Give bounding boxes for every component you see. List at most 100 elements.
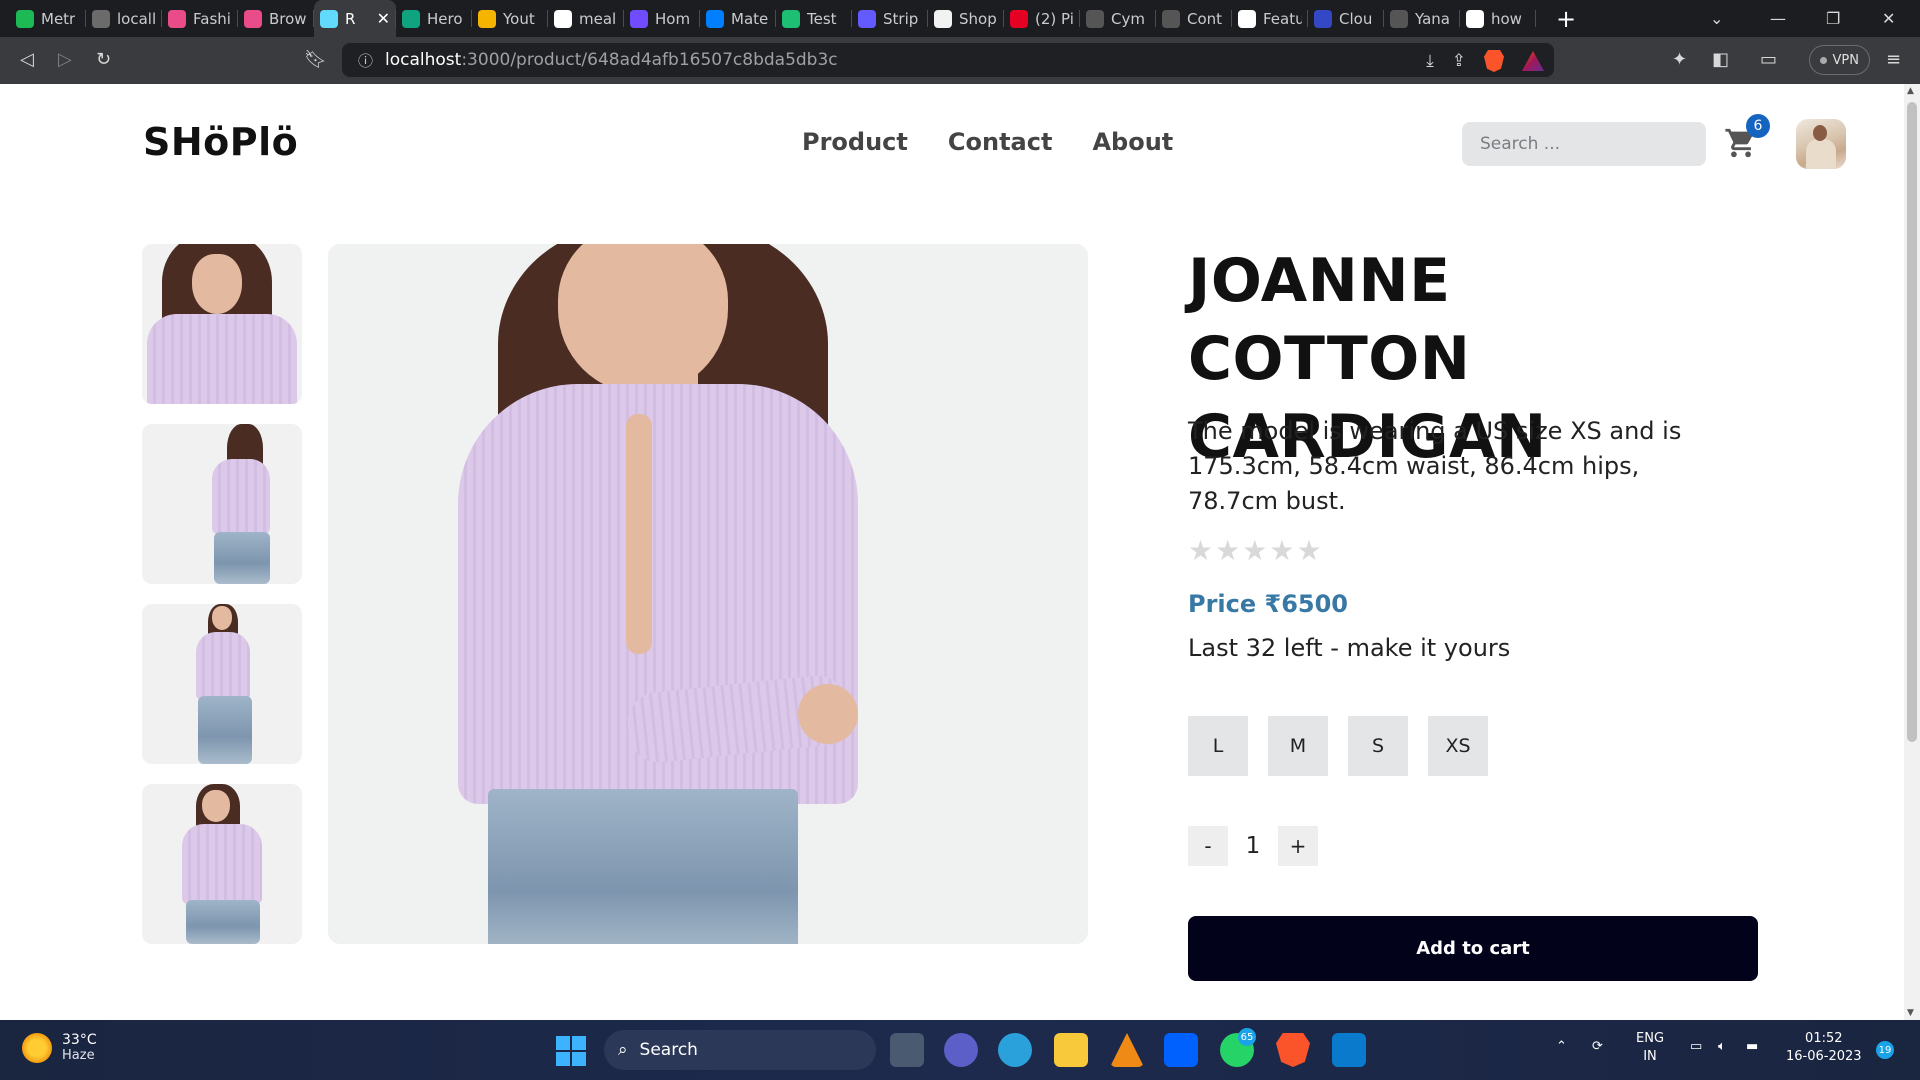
scroll-down-icon[interactable]: ▼	[1907, 1008, 1914, 1018]
openai-icon	[402, 9, 420, 28]
nav-product[interactable]: Product	[802, 128, 908, 156]
page-scrollbar[interactable]: ▲ ▼	[1904, 84, 1920, 1020]
browser-tab[interactable]: Test	[776, 0, 852, 37]
browser-tab-label: Cont	[1187, 9, 1223, 28]
browser-tab[interactable]: R ✕	[314, 0, 396, 37]
teams-icon[interactable]	[944, 1033, 978, 1067]
product-page: SHöPlö Product Contact About 6	[0, 84, 1904, 1020]
browser-tab[interactable]: Brow	[238, 0, 314, 37]
browser-tab[interactable]: Hero	[396, 0, 472, 37]
dropbox-icon[interactable]	[1164, 1033, 1198, 1067]
windows-taskbar: 33°C Haze ⌕ Search 65 ⌃ ⟳ ENG IN ▭ 🔈︎ ▬ 01…	[0, 1020, 1920, 1080]
close-window-button[interactable]: ✕	[1882, 0, 1895, 37]
browser-tab[interactable]: meal	[548, 0, 624, 37]
search-input[interactable]	[1462, 122, 1706, 166]
size-option-s[interactable]: S	[1348, 716, 1408, 776]
browser-tab-label: R	[345, 9, 356, 28]
bookmark-icon[interactable]: 🔖︎	[304, 49, 327, 70]
main-product-image	[328, 244, 1088, 944]
brave-rewards-icon[interactable]	[1522, 51, 1544, 71]
file-explorer-icon[interactable]	[1054, 1033, 1088, 1067]
telegram-icon[interactable]	[998, 1033, 1032, 1067]
vpn-button[interactable]: VPN	[1808, 45, 1870, 75]
browser-tab[interactable]: Yout	[472, 0, 548, 37]
reload-icon[interactable]: ↻	[96, 49, 111, 70]
browser-tab[interactable]: Featu	[1232, 0, 1308, 37]
browser-tab-label: Strip	[883, 9, 919, 28]
vscode-icon[interactable]	[1332, 1033, 1366, 1067]
volume-icon[interactable]: 🔈︎	[1718, 1038, 1726, 1056]
browser-tab[interactable]: Metr	[10, 0, 86, 37]
task-view-icon[interactable]	[890, 1033, 924, 1067]
increase-quantity-button[interactable]: +	[1278, 826, 1318, 866]
sync-icon[interactable]: ⟳	[1592, 1038, 1603, 1056]
browser-tab[interactable]: Cym	[1080, 0, 1156, 37]
language-indicator[interactable]: ENG IN	[1636, 1030, 1664, 1066]
restore-button[interactable]: ❐	[1826, 0, 1840, 37]
size-option-m[interactable]: M	[1268, 716, 1328, 776]
back-icon[interactable]: ◁	[20, 49, 34, 70]
browser-tab-label: meal	[579, 9, 617, 28]
share-icon[interactable]: ⇪	[1452, 51, 1466, 71]
thumbnail-4[interactable]	[142, 784, 302, 944]
url-path: :3000/product/648ad4afb16507c8bda5db3c	[461, 50, 838, 70]
brave-icon[interactable]	[1276, 1033, 1310, 1067]
avatar[interactable]	[1796, 119, 1846, 169]
wallet-icon[interactable]: ▭	[1760, 49, 1777, 70]
close-tab-icon[interactable]: ✕	[377, 9, 390, 28]
browser-tab[interactable]: Fashi	[162, 0, 238, 37]
browser-tab-label: Brow	[269, 9, 307, 28]
tab-search-icon[interactable]: ⌄	[1710, 0, 1723, 37]
browser-tab-label: locall	[117, 9, 156, 28]
site-info-icon[interactable]: ⓘ	[358, 50, 373, 71]
browser-tab[interactable]: how	[1460, 0, 1536, 37]
vlc-icon[interactable]	[1110, 1033, 1144, 1067]
thumbnail-2[interactable]	[142, 424, 302, 584]
install-icon[interactable]: ⤓	[1426, 51, 1434, 71]
site-logo[interactable]: SHöPlö	[143, 120, 298, 164]
scroll-up-icon[interactable]: ▲	[1907, 86, 1914, 96]
browser-tab[interactable]: (2) Pi	[1004, 0, 1080, 37]
size-option-xs[interactable]: XS	[1428, 716, 1488, 776]
clock[interactable]: 01:52 16-06-2023	[1786, 1030, 1862, 1066]
size-selector: L M S XS	[1188, 716, 1488, 776]
add-to-cart-button[interactable]: Add to cart	[1188, 916, 1758, 981]
address-bar[interactable]: ⓘ localhost:3000/product/648ad4afb16507c…	[342, 43, 1554, 77]
taskbar-search[interactable]: ⌕ Search	[604, 1030, 876, 1070]
scrollbar-thumb[interactable]	[1907, 102, 1917, 742]
show-hidden-icons-icon[interactable]: ⌃	[1556, 1038, 1567, 1056]
battery-icon[interactable]: ▬	[1746, 1038, 1758, 1056]
browser-tab[interactable]: locall	[86, 0, 162, 37]
weather-widget[interactable]: 33°C Haze	[22, 1032, 97, 1063]
s-icon	[858, 9, 876, 28]
size-option-l[interactable]: L	[1188, 716, 1248, 776]
network-icon[interactable]: ▭	[1690, 1038, 1702, 1056]
forward-icon[interactable]: ▷	[58, 49, 72, 70]
browser-tab[interactable]: Mate	[700, 0, 776, 37]
menu-icon[interactable]: ≡	[1886, 49, 1901, 70]
extensions-icon[interactable]: ✦	[1672, 49, 1687, 70]
thumbnail-3[interactable]	[142, 604, 302, 764]
stock-message: Last 32 left - make it yours	[1188, 634, 1511, 662]
minimize-button[interactable]: —	[1770, 0, 1786, 37]
nav-contact[interactable]: Contact	[948, 128, 1053, 156]
browser-tab[interactable]: Cont	[1156, 0, 1232, 37]
notification-badge[interactable]: 19	[1876, 1041, 1894, 1059]
browser-tab[interactable]: Strip	[852, 0, 928, 37]
brave-shields-icon[interactable]	[1484, 50, 1504, 72]
clock-date: 16-06-2023	[1786, 1049, 1862, 1064]
main-nav: Product Contact About	[802, 128, 1173, 156]
thumbnail-1[interactable]	[142, 244, 302, 404]
nav-about[interactable]: About	[1092, 128, 1173, 156]
cloud-icon	[1314, 9, 1332, 28]
browser-tab-label: (2) Pi	[1035, 9, 1074, 28]
windows-start-icon[interactable]	[556, 1036, 586, 1066]
browser-tab[interactable]: Clou	[1308, 0, 1384, 37]
leaf-icon	[16, 9, 34, 28]
browser-tab[interactable]: Hom	[624, 0, 700, 37]
browser-tab[interactable]: Yana	[1384, 0, 1460, 37]
decrease-quantity-button[interactable]: -	[1188, 826, 1228, 866]
new-tab-button[interactable]: +	[1546, 5, 1586, 33]
browser-tab[interactable]: Shop	[928, 0, 1004, 37]
sidebar-icon[interactable]: ◧	[1712, 49, 1729, 70]
